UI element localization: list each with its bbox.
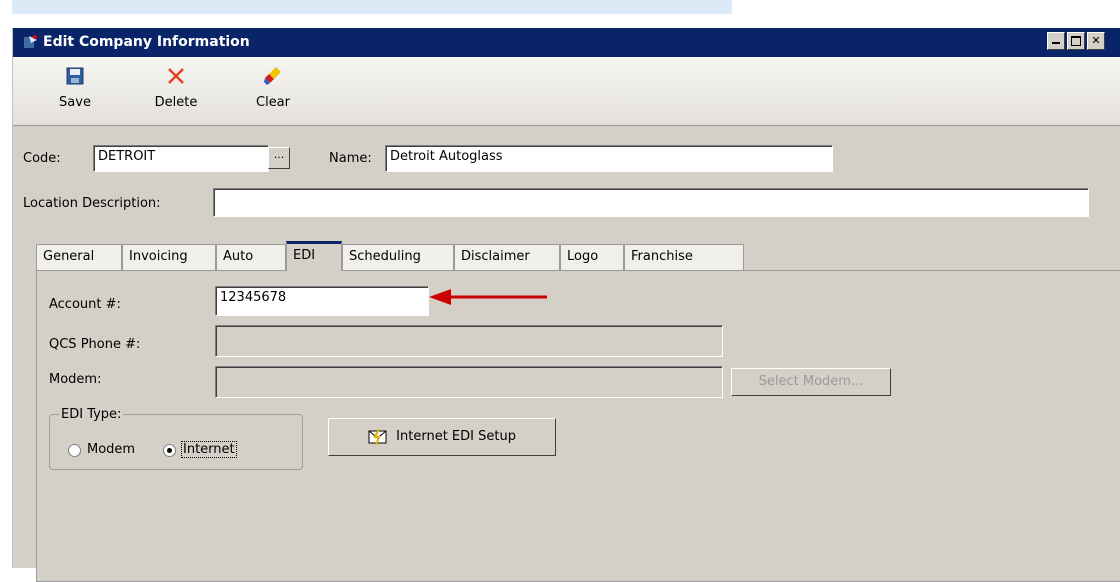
tab-invoicing[interactable]: Invoicing — [122, 244, 216, 270]
background-strip — [12, 0, 732, 14]
envelope-lightning-icon — [368, 428, 387, 445]
minimize-button[interactable] — [1047, 32, 1065, 50]
account-number-field[interactable]: 12345678 — [215, 286, 429, 316]
name-label: Name: — [329, 151, 372, 166]
close-button[interactable]: ✕ — [1087, 32, 1105, 50]
annotation-arrow — [429, 289, 547, 305]
tab-franchise[interactable]: Franchise — [624, 244, 744, 270]
internet-edi-setup-label: Internet EDI Setup — [396, 429, 516, 444]
edi-type-internet-label[interactable]: Internet — [181, 441, 237, 458]
title-bar[interactable]: Edit Company Information ✕ — [13, 28, 1120, 57]
modem-field[interactable] — [215, 366, 723, 398]
app-icon — [24, 35, 37, 48]
eraser-icon — [264, 67, 281, 85]
close-icon: ✕ — [1091, 34, 1101, 47]
code-field[interactable]: DETROIT — [93, 145, 269, 172]
tab-general[interactable]: General — [36, 244, 122, 270]
edit-company-window: Edit Company Information ✕ Save Delete C… — [12, 28, 1120, 582]
code-lookup-button[interactable]: ... — [268, 147, 290, 169]
maximize-icon — [1071, 36, 1081, 46]
maximize-button[interactable] — [1067, 32, 1085, 50]
tab-disclaimer[interactable]: Disclaimer — [454, 244, 560, 270]
delete-label: Delete — [154, 95, 198, 110]
save-button[interactable]: Save — [55, 63, 95, 110]
edi-type-modem-label[interactable]: Modem — [87, 442, 135, 457]
edi-type-label: EDI Type: — [59, 407, 124, 422]
edi-type-internet-radio[interactable] — [163, 444, 176, 457]
tab-logo[interactable]: Logo — [560, 244, 624, 270]
floppy-disk-icon — [66, 67, 84, 85]
toolbar: Save Delete Clear — [13, 57, 1120, 126]
delete-x-icon — [168, 68, 184, 84]
edi-type-modem-radio[interactable] — [68, 444, 81, 457]
qcs-phone-label: QCS Phone #: — [49, 337, 141, 352]
window-title: Edit Company Information — [43, 34, 250, 50]
tab-scheduling[interactable]: Scheduling — [342, 244, 454, 270]
account-number-label: Account #: — [49, 297, 121, 312]
select-modem-button[interactable]: Select Modem... — [731, 368, 891, 396]
name-field[interactable]: Detroit Autoglass — [385, 145, 833, 172]
location-description-label: Location Description: — [23, 196, 161, 211]
code-label: Code: — [23, 151, 61, 166]
location-description-field[interactable] — [213, 188, 1089, 217]
delete-button[interactable]: Delete — [149, 63, 203, 110]
tab-edi[interactable]: EDI — [286, 241, 342, 271]
qcs-phone-field[interactable] — [215, 325, 723, 357]
internet-edi-setup-button[interactable]: Internet EDI Setup — [328, 418, 556, 456]
save-label: Save — [59, 95, 91, 110]
minimize-icon — [1052, 42, 1060, 44]
clear-label: Clear — [256, 95, 290, 110]
clear-button[interactable]: Clear — [253, 63, 293, 110]
tab-auto[interactable]: Auto — [216, 244, 286, 270]
modem-label: Modem: — [49, 372, 102, 387]
